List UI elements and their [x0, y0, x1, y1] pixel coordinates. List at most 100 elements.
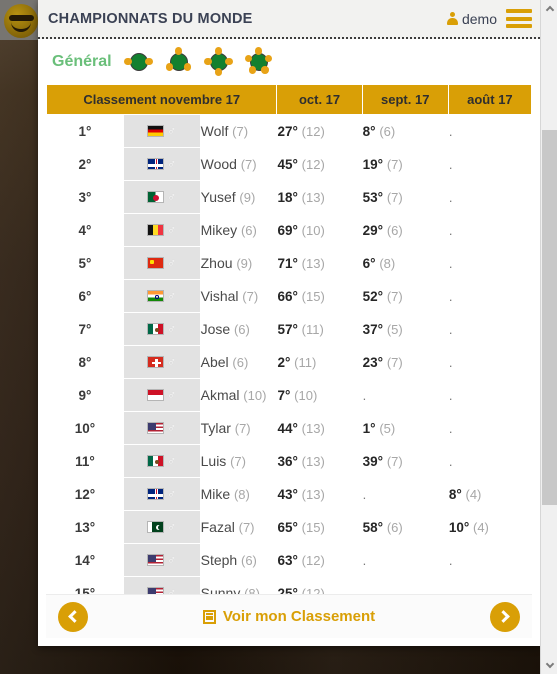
flag-germany-icon: [147, 125, 165, 137]
cell-month-3-score: .: [448, 115, 531, 147]
title-bar-right: demo: [446, 9, 540, 28]
cell-month-1-score: 66° (15): [277, 280, 362, 312]
level-ball-dot: [225, 57, 233, 66]
cell-month-1-score: 36° (13): [277, 445, 362, 477]
cell-rank: 10°: [47, 412, 123, 444]
flag-mexico-icon: [147, 455, 165, 467]
gender-male-icon: ♂: [167, 520, 177, 534]
gender-male-icon: ♂: [167, 223, 177, 237]
scroll-thumb[interactable]: [542, 130, 557, 505]
cell-month-3-score: .: [448, 214, 531, 246]
next-page-button[interactable]: [490, 601, 520, 632]
cell-flag: ♂: [123, 247, 200, 279]
cell-flag: ♂: [123, 544, 200, 576]
cell-rank: 12°: [47, 478, 123, 510]
view-my-ranking-link[interactable]: Voir mon Classement: [202, 608, 375, 625]
level-ball-dot: [248, 66, 257, 74]
gender-male-icon: ♂: [167, 124, 177, 138]
level-ball-dot: [214, 68, 223, 76]
cell-flag: ♂: [123, 214, 200, 246]
filter-row: Général: [46, 39, 532, 84]
cell-rank: 6°: [47, 280, 123, 312]
cell-month-2-score: 19° (7): [362, 148, 448, 180]
table-row[interactable]: 14° ♂ Steph (6) 63° (12)..: [47, 544, 531, 576]
cell-player-name: Luis (7): [200, 445, 277, 477]
cell-month-1-score: 27° (12): [277, 115, 362, 147]
column-header-month-2[interactable]: sept. 17: [362, 85, 448, 114]
column-header-month-1[interactable]: oct. 17: [277, 85, 362, 114]
chevron-right-icon: [497, 610, 510, 623]
level-icon-3[interactable]: [165, 47, 192, 75]
table-row[interactable]: 4° ♂ Mikey (6) 69° (10) 29° (6).: [47, 214, 531, 246]
vertical-scrollbar[interactable]: [540, 0, 557, 674]
flag-mexico-icon: [147, 323, 165, 335]
cell-month-1-score: 63° (12): [277, 544, 362, 576]
cell-rank: 14°: [47, 544, 123, 576]
table-row[interactable]: 12° ♂ Mike (8) 43° (13). 8° (4): [47, 478, 531, 510]
scroll-down-arrow[interactable]: [541, 657, 557, 674]
user-icon: [446, 12, 458, 25]
user-chip[interactable]: demo: [446, 11, 497, 27]
cell-rank: 8°: [47, 346, 123, 378]
cell-rank: 4°: [47, 214, 123, 246]
cell-rank: 5°: [47, 247, 123, 279]
previous-page-button[interactable]: [58, 601, 88, 632]
flag-switzerland-icon: [147, 356, 165, 368]
cell-rank: 11°: [47, 445, 123, 477]
level-ball-dot: [145, 57, 153, 66]
cell-flag: ♂: [123, 115, 200, 147]
cell-month-3-score: .: [448, 544, 531, 576]
flag-pakistan-icon: [147, 521, 165, 533]
level-icon-5[interactable]: [244, 47, 273, 75]
level-ball-dot: [165, 63, 174, 71]
level-ball-dot: [261, 66, 269, 74]
cell-rank: 9°: [47, 379, 123, 411]
cell-rank: 3°: [47, 181, 123, 213]
cell-month-2-score: 8° (6): [362, 115, 448, 147]
level-ball-dot: [174, 47, 183, 55]
cell-month-2-score: 23° (7): [362, 346, 448, 378]
table-row[interactable]: 11° ♂ Luis (7) 36° (13) 39° (7).: [47, 445, 531, 477]
page-title: CHAMPIONNATS DU MONDE: [48, 10, 253, 27]
footer-bar: Voir mon Classement: [46, 594, 532, 638]
cell-player-name: Vishal (7): [200, 280, 277, 312]
gender-male-icon: ♂: [167, 190, 177, 204]
table-row[interactable]: 7° ♂ Jose (6) 57° (11) 37° (5).: [47, 313, 531, 345]
table-row[interactable]: 2° ♂ Wood (7) 45° (12) 19° (7).: [47, 148, 531, 180]
table-row[interactable]: 10° ♂ Tylar (7) 44° (13) 1° (5).: [47, 412, 531, 444]
flag-united-kingdom-icon: [147, 158, 165, 170]
scroll-up-arrow[interactable]: [541, 0, 557, 17]
cell-flag: ♂: [123, 445, 200, 477]
level-filter-icons: [124, 47, 273, 76]
level-icon-4[interactable]: [204, 47, 233, 76]
cell-month-3-score: .: [448, 379, 531, 411]
cell-flag: ♂: [123, 313, 200, 345]
gender-male-icon: ♂: [167, 157, 177, 171]
cell-month-2-score: .: [362, 544, 448, 576]
table-row[interactable]: 3° ♂ Yusef (9) 18° (13) 53° (7).: [47, 181, 531, 213]
table-row[interactable]: 8° ♂ Abel (6) 2° (11) 23° (7).: [47, 346, 531, 378]
table-row[interactable]: 13° ♂ Fazal (7) 65° (15) 58° (6) 10° (4): [47, 511, 531, 543]
cell-month-2-score: 53° (7): [362, 181, 448, 213]
table-row[interactable]: 1° ♂ Wolf (7) 27° (12) 8° (6).: [47, 115, 531, 147]
table-row[interactable]: 5° ♂ Zhou (9) 71° (13) 6° (8).: [47, 247, 531, 279]
table-row[interactable]: 9° ♂ Akmal (10) 7° (10)..: [47, 379, 531, 411]
cell-month-1-score: 43° (13): [277, 478, 362, 510]
gender-male-icon: ♂: [167, 388, 177, 402]
content-area: Général Classement novembre 17 oct. 17 s…: [38, 39, 540, 610]
table-row[interactable]: 6° ♂ Vishal (7) 66° (15) 52° (7).: [47, 280, 531, 312]
cell-rank: 1°: [47, 115, 123, 147]
flag-indonesia-icon: [147, 389, 165, 401]
hamburger-menu-icon[interactable]: [506, 9, 532, 28]
column-header-rank[interactable]: Classement novembre 17: [47, 85, 277, 114]
column-header-month-3[interactable]: août 17: [448, 85, 531, 114]
level-icon-2[interactable]: [124, 49, 153, 75]
cell-month-1-score: 45° (12): [277, 148, 362, 180]
level-ball-dot: [214, 47, 223, 55]
cell-flag: ♂: [123, 280, 200, 312]
cell-month-2-score: .: [362, 379, 448, 411]
filter-general[interactable]: Général: [52, 53, 112, 71]
gender-male-icon: ♂: [167, 289, 177, 303]
cell-month-3-score: .: [448, 280, 531, 312]
title-bar: CHAMPIONNATS DU MONDE demo: [38, 0, 540, 39]
